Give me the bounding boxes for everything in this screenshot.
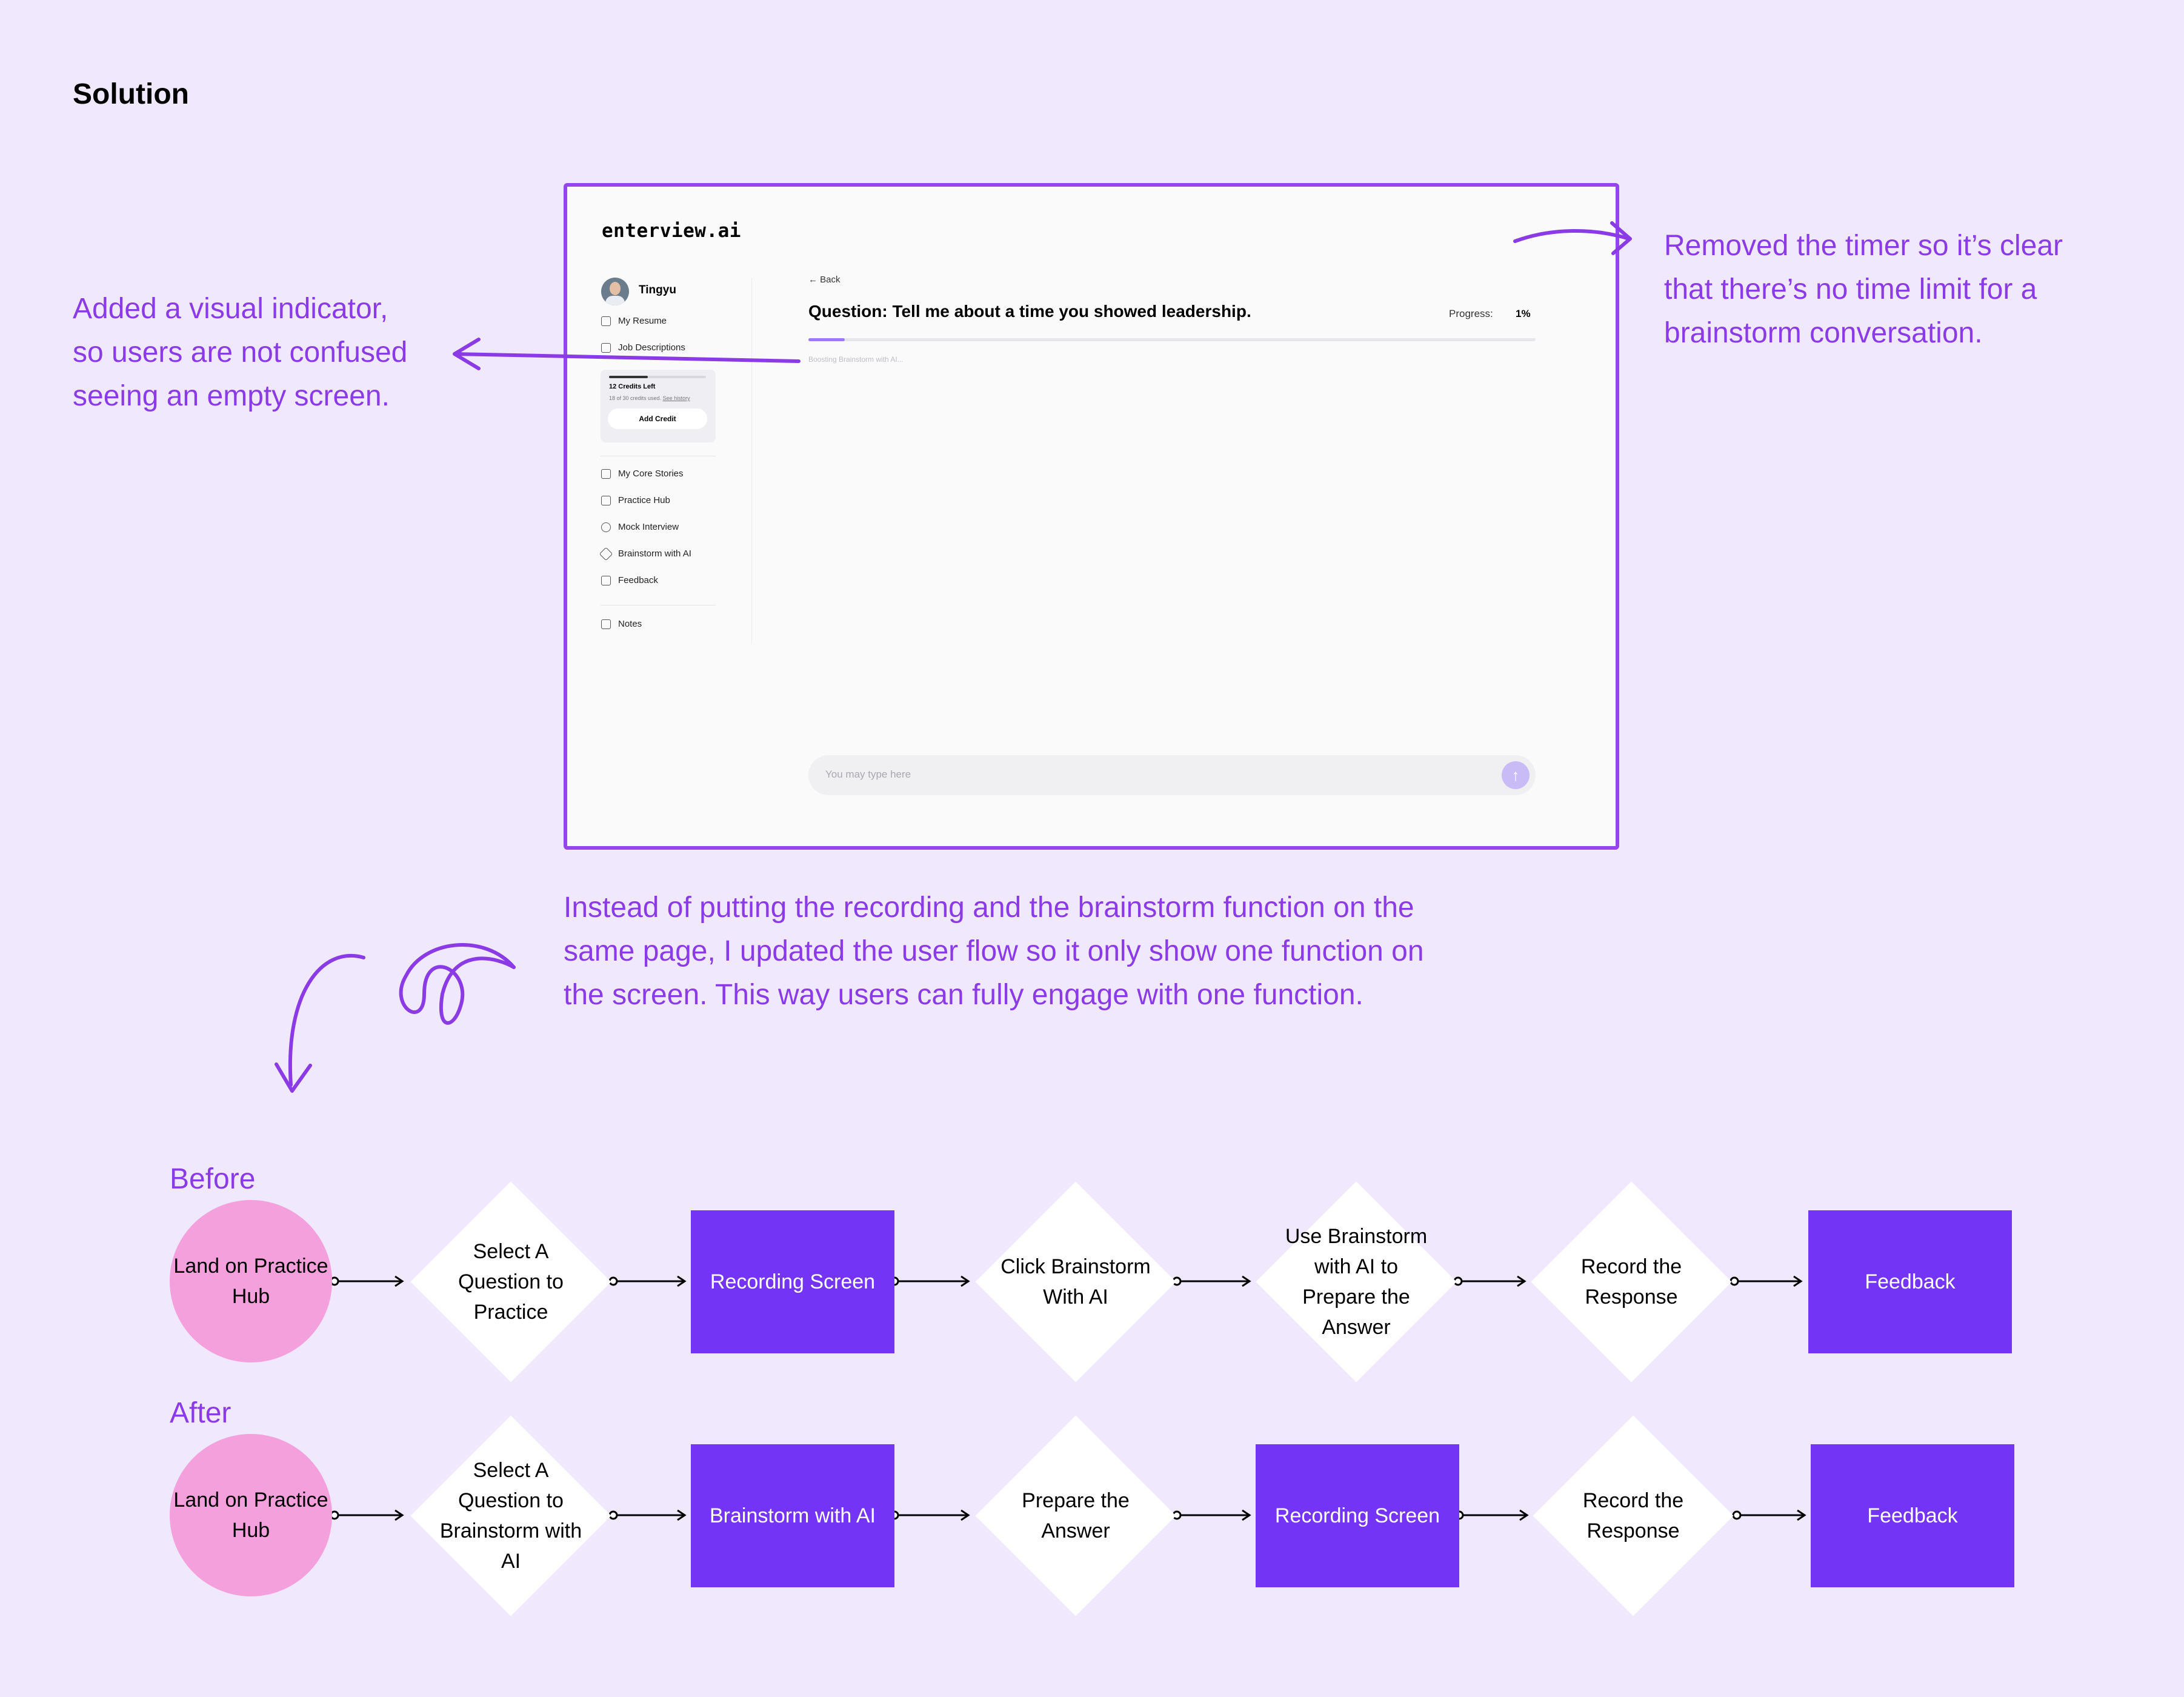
after-step-6: Record the Response [1533, 1415, 1734, 1616]
before-step-5: Use Brainstorm with AI to Prepare the An… [1256, 1181, 1457, 1382]
after-step-7: Feedback [1811, 1444, 2014, 1587]
arrowhead-down [275, 1062, 312, 1093]
arrow-to-timer [1513, 229, 1631, 243]
after-step-2: Select A Question to Brainstorm with AI [410, 1415, 611, 1616]
before-step-2: Select A Question to Practice [410, 1181, 611, 1382]
before-step-3: Recording Screen [691, 1210, 894, 1353]
before-step-6: Record the Response [1531, 1181, 1732, 1382]
before-step-1: Land on Practice Hub [170, 1200, 332, 1362]
after-label: After [170, 1397, 231, 1429]
arrow-to-indicator [454, 352, 801, 363]
connector-start-dot [1732, 1510, 1742, 1520]
before-label: Before [170, 1163, 256, 1195]
before-step-4: Click Brainstorm With AI [975, 1181, 1176, 1382]
after-step-3: Brainstorm with AI [691, 1444, 894, 1587]
after-step-5: Recording Screen [1256, 1444, 1459, 1587]
after-step-1: Land on Practice Hub [170, 1434, 332, 1596]
before-step-7: Feedback [1808, 1210, 2012, 1353]
connector-start-dot [1730, 1276, 1739, 1286]
after-step-4: Prepare the Answer [975, 1415, 1176, 1616]
swirl-arrow [399, 943, 516, 1025]
swirl-arrow-tail [288, 953, 365, 1087]
